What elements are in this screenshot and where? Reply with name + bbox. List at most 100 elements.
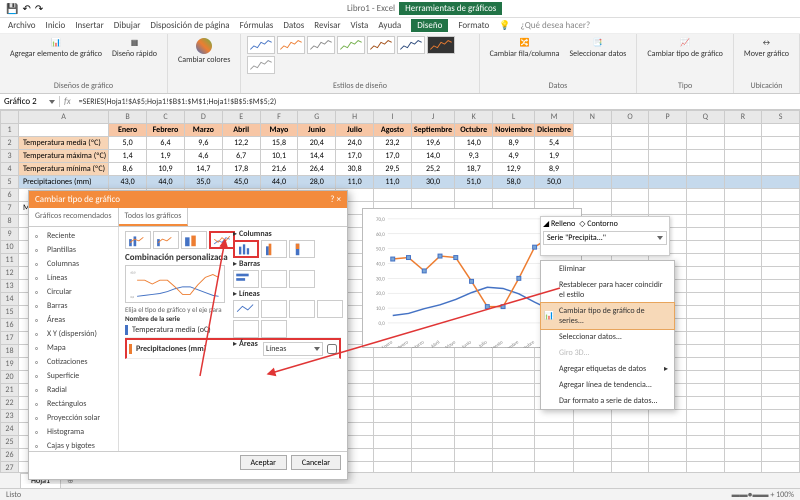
ctx-restablecer-para-hac[interactable]: Restablecer para hacer coincidir el esti… <box>541 277 674 303</box>
chart-type-columnas[interactable]: ▫Columnas <box>29 257 118 271</box>
line-type-thumb[interactable] <box>261 300 287 318</box>
chevron-down-icon[interactable] <box>49 100 55 104</box>
bar-type-thumb[interactable] <box>289 270 315 288</box>
dialog-title: Cambiar tipo de gráfico <box>35 194 120 205</box>
undo-icon[interactable]: ↶ <box>22 2 30 15</box>
chart-style-thumb[interactable] <box>397 36 425 54</box>
tab-recommended[interactable]: Gráficos recomendados <box>29 208 119 226</box>
line-type-thumb[interactable] <box>289 300 315 318</box>
tab-formulas[interactable]: Fórmulas <box>240 20 274 31</box>
svg-text:Julio: Julio <box>478 339 489 347</box>
chart-style-thumb[interactable] <box>427 36 455 54</box>
series-selector[interactable]: Serie "Precipita..." <box>547 233 606 243</box>
chart-type-reas[interactable]: ▫Áreas <box>29 313 118 327</box>
chevron-down-icon[interactable] <box>657 236 663 240</box>
svg-text:50,0: 50,0 <box>376 247 385 253</box>
type-picker-panel: ▸Columnas ▸Barras ▸Líneas <box>233 229 343 349</box>
line-type-thumb[interactable] <box>233 320 259 338</box>
chart-type-cotizaciones[interactable]: ▫Cotizaciones <box>29 355 118 369</box>
chart-type-cajasybigotes[interactable]: ▫Cajas y bigotes <box>29 439 118 451</box>
switch-row-col-button[interactable]: 🔀Cambiar fila/columna <box>486 36 564 61</box>
tab-revisar[interactable]: Revisar <box>314 20 340 31</box>
chart-type-histograma[interactable]: ▫Histograma <box>29 425 118 439</box>
combo-thumb[interactable] <box>125 231 151 249</box>
fill-dropdown[interactable]: ◢ Relleno <box>543 219 575 229</box>
combo-thumb[interactable] <box>153 231 179 249</box>
worksheet[interactable]: ABCDEFGHIJKLMNOPQRS1EneroFebreroMarzoAbr… <box>0 110 800 484</box>
chart-type-xydispersin[interactable]: ▫X Y (dispersión) <box>29 327 118 341</box>
ctx-agregar-etiquetas-de[interactable]: Agregar etiquetas de datos▸ <box>541 361 674 377</box>
tab-datos[interactable]: Datos <box>283 20 304 31</box>
tab-formato[interactable]: Formato <box>458 20 489 31</box>
save-icon[interactable]: 💾 <box>6 2 18 15</box>
column-type-thumb[interactable] <box>289 240 315 258</box>
tab-ayuda[interactable]: Ayuda <box>378 20 401 31</box>
help-icon[interactable]: ? <box>330 194 334 205</box>
tab-disposicion[interactable]: Disposición de página <box>150 20 229 31</box>
tab-vista[interactable]: Vista <box>351 20 369 31</box>
bar-type-thumb[interactable] <box>261 270 287 288</box>
svg-text:0,0: 0,0 <box>130 295 134 299</box>
column-type-thumb[interactable] <box>233 240 259 258</box>
tab-inicio[interactable]: Inicio <box>46 20 66 31</box>
add-chart-element-button[interactable]: 📊Agregar elemento de gráfico <box>6 36 106 61</box>
tab-diseno[interactable]: Diseño <box>411 19 448 32</box>
chart-style-thumb[interactable] <box>277 36 305 54</box>
line-type-thumb[interactable] <box>261 320 287 338</box>
tab-dibujar[interactable]: Dibujar <box>114 20 141 31</box>
chart-type-proyeccinsolar[interactable]: ▫Proyección solar <box>29 411 118 425</box>
tab-insertar[interactable]: Insertar <box>75 20 104 31</box>
ok-button[interactable]: Aceptar <box>240 455 287 470</box>
outline-dropdown[interactable]: ◇ Contorno <box>579 219 618 229</box>
chart-type-lneas[interactable]: ▫Líneas <box>29 271 118 285</box>
zoom-controls[interactable]: ▬▬●▬▬ + 100% <box>732 490 794 500</box>
tell-me[interactable]: ¿Qué desea hacer? <box>521 20 591 31</box>
mini-toolbar: ◢ Relleno ◇ Contorno Serie "Precipita...… <box>540 216 670 256</box>
ctx-dar-formato-a-serie-[interactable]: Dar formato a serie de datos... <box>541 393 674 409</box>
fx-icon[interactable]: fx <box>60 96 75 107</box>
chart-type-plantillas[interactable]: ▫Plantillas <box>29 243 118 257</box>
line-type-thumb[interactable] <box>317 300 343 318</box>
chart-type-radial[interactable]: ▫Radial <box>29 383 118 397</box>
cancel-button[interactable]: Cancelar <box>291 455 341 470</box>
change-chart-type-button[interactable]: 📈Cambiar tipo de gráfico <box>643 36 727 61</box>
chart-preview: 0,060,0 <box>125 265 225 303</box>
close-icon[interactable]: × <box>337 194 341 205</box>
chart-type-barras[interactable]: ▫Barras <box>29 299 118 313</box>
tab-all-charts[interactable]: Todos los gráficos <box>119 208 189 226</box>
chart-style-thumb[interactable] <box>247 36 275 54</box>
chart-style-thumb[interactable] <box>337 36 365 54</box>
combo-thumb[interactable] <box>181 231 207 249</box>
svg-text:30,0: 30,0 <box>376 276 385 282</box>
ctx-eliminar[interactable]: Eliminar <box>541 261 674 277</box>
combo-thumb-selected[interactable] <box>209 231 235 249</box>
move-chart-button[interactable]: ↔Mover gráfico <box>740 36 793 61</box>
bar-type-thumb[interactable] <box>233 270 259 288</box>
chart-style-thumb[interactable] <box>307 36 335 54</box>
chart-style-thumb[interactable] <box>367 36 395 54</box>
svg-text:40,0: 40,0 <box>376 261 385 267</box>
chart-type-superficie[interactable]: ▫Superficie <box>29 369 118 383</box>
chart-style-thumb[interactable] <box>247 56 275 74</box>
redo-icon[interactable]: ↷ <box>35 2 43 15</box>
quick-layout-button[interactable]: ▦Diseño rápido <box>108 36 161 61</box>
column-type-thumb[interactable] <box>261 240 287 258</box>
chart-type-reciente[interactable]: ▫Reciente <box>29 229 118 243</box>
ctx-cambiar-tipo-de-gr-f[interactable]: 📊Cambiar tipo de gráfico de series... <box>540 302 675 330</box>
formula-bar: Gráfico 2 fx =SERIES(Hoja1!$A$5;Hoja1!$B… <box>0 94 800 110</box>
change-colors-button[interactable]: Cambiar colores <box>174 36 234 67</box>
svg-text:20,0: 20,0 <box>376 291 385 297</box>
line-type-thumb[interactable] <box>233 300 259 318</box>
ctx-seleccionar-datos---[interactable]: Seleccionar datos... <box>541 329 674 345</box>
group-label-type: Tipo <box>643 81 727 91</box>
ctx-agregar-l-nea-de-ten[interactable]: Agregar línea de tendencia... <box>541 377 674 393</box>
chart-type-mapa[interactable]: ▫Mapa <box>29 341 118 355</box>
group-label-location: Ubicación <box>740 81 793 91</box>
select-data-button[interactable]: 📑Seleccionar datos <box>565 36 630 61</box>
name-box[interactable]: Gráfico 2 <box>0 96 60 107</box>
chart-type-circular[interactable]: ▫Circular <box>29 285 118 299</box>
tab-archivo[interactable]: Archivo <box>8 20 36 31</box>
svg-text:10,0: 10,0 <box>376 306 385 312</box>
chart-type-rectngulos[interactable]: ▫Rectángulos <box>29 397 118 411</box>
formula-input[interactable]: =SERIES(Hoja1!$A$5;Hoja1!$B$1:$M$1;Hoja1… <box>75 97 800 107</box>
